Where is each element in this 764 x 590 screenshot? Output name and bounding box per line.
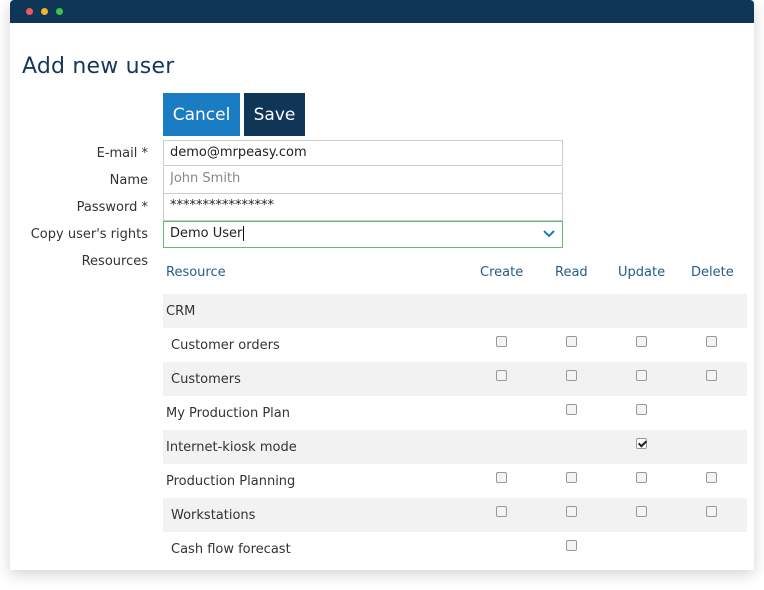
delete-checkbox[interactable] bbox=[706, 370, 717, 381]
password-value: **************** bbox=[170, 198, 274, 213]
resource-label: Customers bbox=[171, 372, 241, 387]
update-checkbox[interactable] bbox=[636, 404, 647, 415]
delete-checkbox[interactable] bbox=[706, 472, 717, 483]
column-header-resource: Resource bbox=[166, 265, 226, 280]
update-checkbox[interactable] bbox=[636, 472, 647, 483]
read-checkbox[interactable] bbox=[566, 336, 577, 347]
resource-label: Cash flow forecast bbox=[171, 542, 291, 557]
name-label: Name bbox=[109, 173, 148, 188]
copy-rights-select[interactable]: Demo User bbox=[163, 221, 563, 248]
delete-checkbox[interactable] bbox=[706, 336, 717, 347]
update-checkbox[interactable] bbox=[636, 506, 647, 517]
update-checkbox[interactable] bbox=[636, 370, 647, 381]
column-header-create: Create bbox=[480, 265, 524, 280]
table-row: My Production Plan bbox=[163, 396, 747, 430]
page-title: Add new user bbox=[22, 54, 175, 79]
resource-label: My Production Plan bbox=[166, 406, 290, 421]
resources-table-header: Resource Create Read Update Delete bbox=[163, 257, 747, 291]
read-checkbox[interactable] bbox=[566, 506, 577, 517]
text-caret bbox=[243, 226, 245, 241]
column-header-read: Read bbox=[555, 265, 588, 280]
resource-label: CRM bbox=[166, 304, 196, 319]
name-input[interactable] bbox=[170, 171, 550, 186]
save-button[interactable]: Save bbox=[244, 93, 305, 136]
table-row: CRM bbox=[163, 294, 747, 328]
zoom-window-icon[interactable] bbox=[56, 8, 63, 15]
password-label: Password * bbox=[76, 200, 148, 215]
update-checkbox[interactable] bbox=[636, 438, 647, 449]
read-checkbox[interactable] bbox=[566, 370, 577, 381]
email-input[interactable] bbox=[170, 145, 550, 160]
create-checkbox[interactable] bbox=[496, 472, 507, 483]
name-field[interactable] bbox=[163, 167, 563, 194]
table-row: Customer orders bbox=[163, 328, 747, 362]
copy-rights-label: Copy user's rights bbox=[30, 227, 148, 242]
create-checkbox[interactable] bbox=[496, 506, 507, 517]
chevron-down-icon[interactable] bbox=[542, 227, 556, 241]
update-checkbox[interactable] bbox=[636, 336, 647, 347]
table-row: Internet-kiosk mode bbox=[163, 430, 747, 464]
email-field[interactable] bbox=[163, 140, 563, 166]
table-row: Workstations bbox=[163, 498, 747, 532]
column-header-update: Update bbox=[618, 265, 666, 280]
minimize-window-icon[interactable] bbox=[41, 8, 48, 15]
close-window-icon[interactable] bbox=[26, 8, 33, 15]
resources-label: Resources bbox=[81, 254, 148, 269]
table-row: Cash flow forecast bbox=[163, 532, 747, 566]
email-label: E-mail * bbox=[96, 146, 148, 161]
read-checkbox[interactable] bbox=[566, 540, 577, 551]
table-row: Customers bbox=[163, 362, 747, 396]
window-titlebar bbox=[10, 0, 754, 23]
column-header-delete: Delete bbox=[691, 265, 734, 280]
delete-checkbox[interactable] bbox=[706, 506, 717, 517]
resource-label: Internet-kiosk mode bbox=[166, 440, 297, 455]
resource-label: Production Planning bbox=[166, 474, 296, 489]
create-checkbox[interactable] bbox=[496, 370, 507, 381]
password-field[interactable]: **************** bbox=[163, 194, 563, 221]
read-checkbox[interactable] bbox=[566, 472, 577, 483]
resource-label: Customer orders bbox=[171, 338, 280, 353]
cancel-button[interactable]: Cancel bbox=[163, 93, 240, 136]
read-checkbox[interactable] bbox=[566, 404, 577, 415]
copy-rights-value: Demo User bbox=[170, 226, 243, 241]
table-row: Production Planning bbox=[163, 464, 747, 498]
app-window: Add new user Cancel Save E-mail * Name P… bbox=[10, 0, 754, 570]
create-checkbox[interactable] bbox=[496, 336, 507, 347]
resource-label: Workstations bbox=[171, 508, 256, 523]
